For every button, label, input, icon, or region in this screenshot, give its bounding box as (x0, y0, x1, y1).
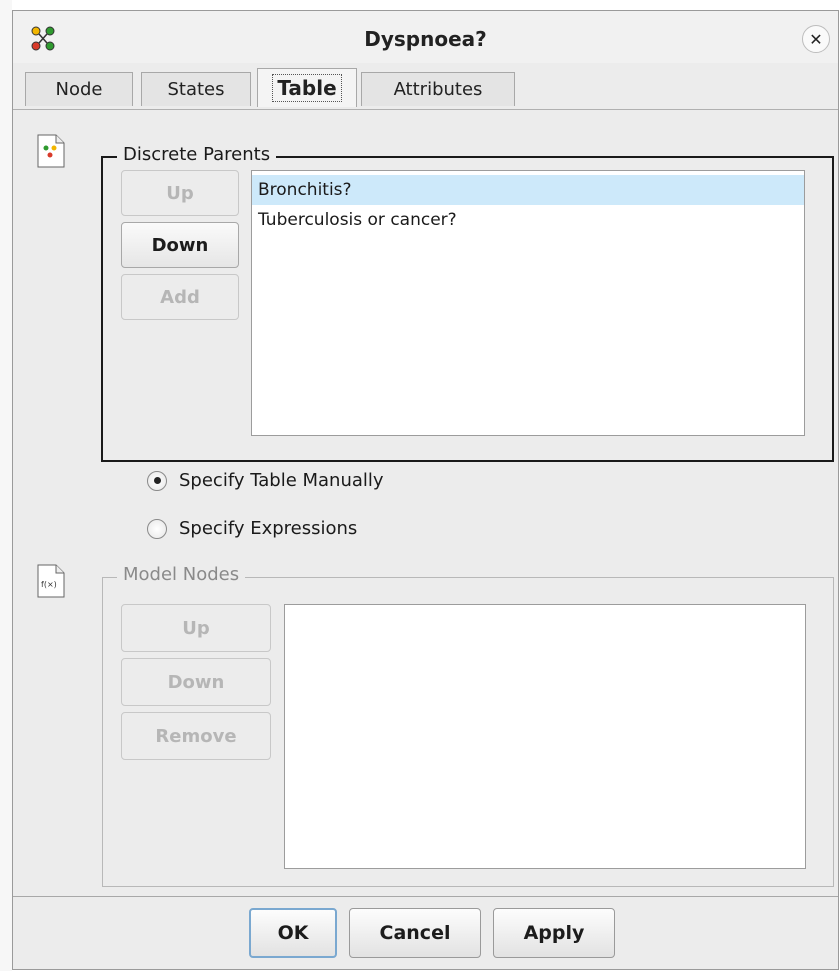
parents-down-button[interactable]: Down (121, 222, 239, 268)
specify-expressions-label: Specify Expressions (179, 518, 358, 539)
model-nodes-list[interactable] (284, 604, 806, 869)
background-window-edge (0, 0, 12, 971)
table-tab-panel: Discrete Parents Up Down Add Bronchitis?… (13, 110, 838, 900)
specify-expressions-option[interactable]: Specify Expressions (147, 518, 357, 539)
specify-table-manually-option[interactable]: Specify Table Manually (147, 470, 384, 491)
discrete-parents-title: Discrete Parents (117, 144, 277, 165)
title-bar: Dyspnoea? ✕ (13, 11, 838, 63)
tab-node-label: Node (55, 79, 103, 100)
list-item[interactable]: Bronchitis? (252, 175, 804, 205)
ok-button[interactable]: OK (249, 908, 337, 958)
close-icon[interactable]: ✕ (802, 25, 830, 53)
table-doc-icon (37, 134, 65, 168)
model-remove-button[interactable]: Remove (121, 712, 271, 760)
function-doc-icon: f(×) (37, 564, 65, 598)
apply-button[interactable]: Apply (493, 908, 615, 958)
tab-table[interactable]: Table (257, 68, 357, 107)
tab-states[interactable]: States (141, 72, 251, 106)
radio-button-checked[interactable] (147, 470, 167, 491)
specify-table-manually-label: Specify Table Manually (179, 470, 384, 491)
list-item[interactable]: Tuberculosis or cancer? (252, 205, 804, 235)
model-nodes-title: Model Nodes (117, 564, 246, 585)
dialog-title: Dyspnoea? (364, 27, 487, 51)
parents-up-button[interactable]: Up (121, 170, 239, 216)
tab-node[interactable]: Node (25, 72, 133, 106)
cancel-button[interactable]: Cancel (349, 908, 481, 958)
svg-text:f(×): f(×) (41, 580, 57, 589)
tab-table-label: Table (272, 74, 342, 102)
discrete-parents-list[interactable]: Bronchitis? Tuberculosis or cancer? (251, 170, 805, 436)
radio-button-unchecked[interactable] (147, 518, 167, 539)
tab-attributes[interactable]: Attributes (361, 72, 515, 106)
tab-states-label: States (167, 79, 225, 100)
model-up-button[interactable]: Up (121, 604, 271, 652)
footer-divider (13, 896, 838, 897)
tab-attributes-label: Attributes (393, 79, 483, 100)
parents-add-button[interactable]: Add (121, 274, 239, 320)
model-down-button[interactable]: Down (121, 658, 271, 706)
discrete-parents-group: Discrete Parents Up Down Add Bronchitis?… (101, 144, 834, 462)
model-nodes-group: Model Nodes Up Down Remove (102, 564, 834, 887)
node-properties-dialog: Dyspnoea? ✕ Node States Table Attributes… (12, 10, 839, 970)
